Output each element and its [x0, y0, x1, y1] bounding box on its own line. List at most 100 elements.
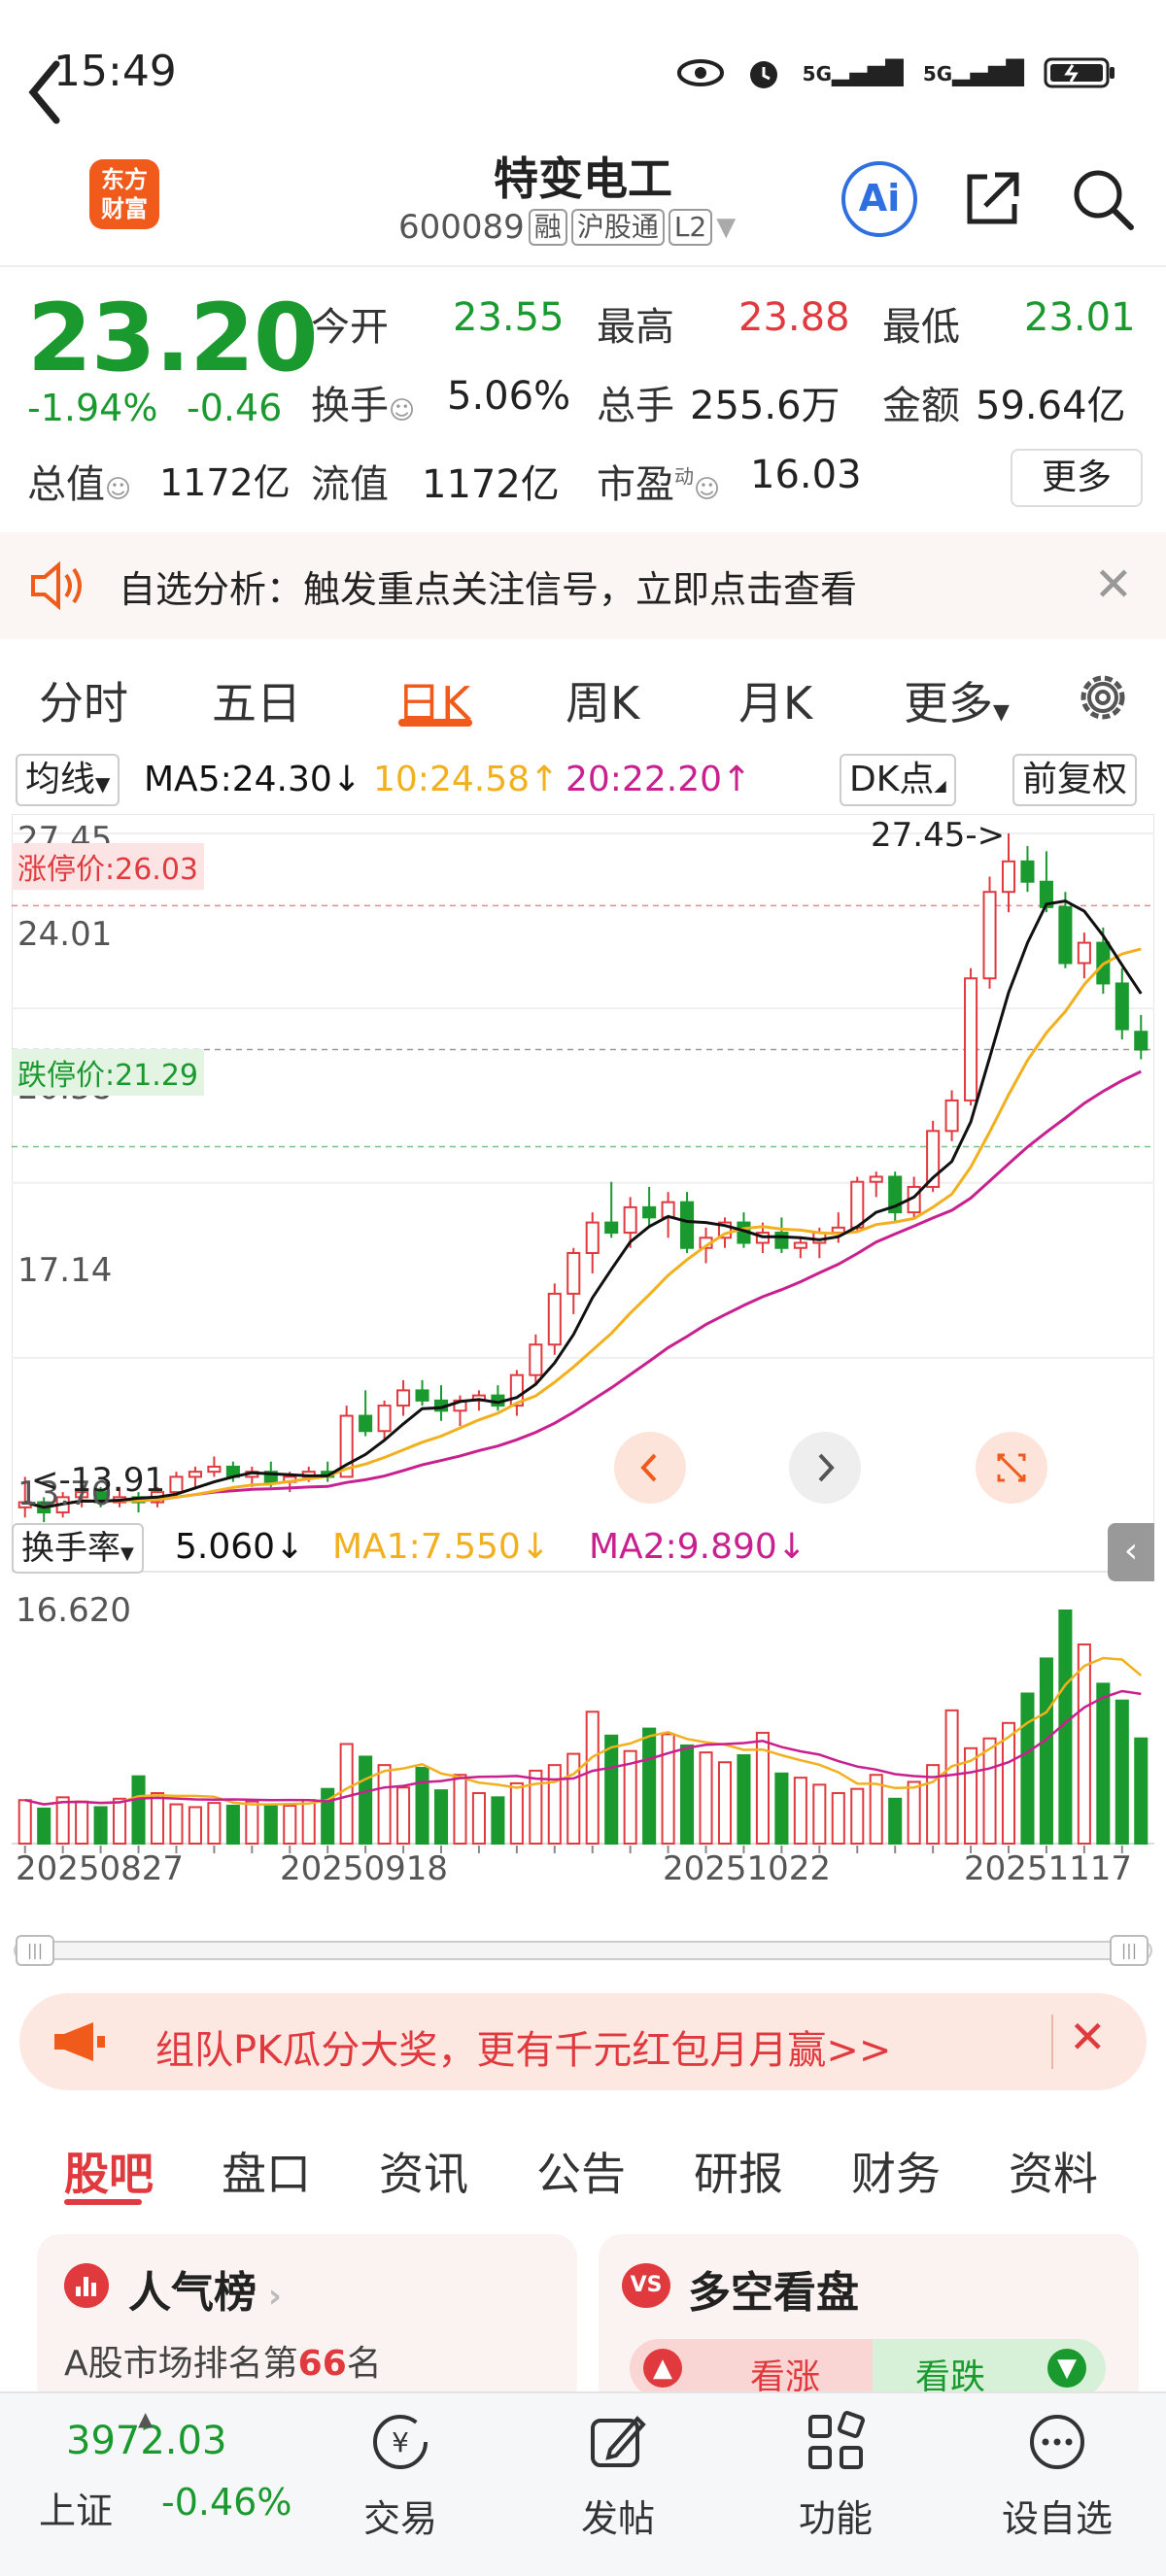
tag-connect: 沪股通 — [570, 209, 665, 246]
turnover-bar — [359, 1755, 373, 1845]
tab-more[interactable]: 更多▼ — [904, 668, 1010, 732]
more-button[interactable]: 更多 — [1011, 449, 1143, 507]
turnover-bar — [396, 1786, 411, 1846]
close-icon[interactable]: ✕ — [1094, 558, 1133, 612]
turnover-bar — [661, 1733, 675, 1845]
pan-left-button[interactable] — [614, 1432, 686, 1504]
scroll-handle-left[interactable]: ||| — [16, 1935, 54, 1966]
tab-news[interactable]: 资讯 — [379, 2139, 468, 2203]
turnover-bar — [1134, 1737, 1149, 1846]
tab-weekly-k[interactable]: 周K — [566, 668, 639, 732]
turnover-bar — [55, 1796, 70, 1845]
stock-code: 600089 — [398, 208, 525, 247]
kline-svg — [11, 813, 1155, 1853]
megaphone-icon — [54, 2022, 105, 2061]
turnover-bar — [1115, 1699, 1129, 1845]
tab-announcements[interactable]: 公告 — [536, 2139, 626, 2203]
bear-button[interactable]: 看跌 ▼ — [873, 2339, 1106, 2397]
back-button[interactable] — [25, 29, 64, 137]
trade-button[interactable]: ¥ 交易 — [323, 2411, 478, 2542]
candle-up — [982, 891, 997, 980]
turnover-bar — [225, 1805, 240, 1845]
tab-orderbook[interactable]: 盘口 — [222, 2139, 311, 2203]
max-annotation: 27.45-> — [871, 816, 1006, 855]
candle-up — [547, 1292, 562, 1346]
limit-up-label: 涨停价:26.03 — [12, 843, 204, 890]
chevron-right-icon — [818, 1453, 835, 1482]
turnover-bar — [113, 1797, 127, 1845]
search-icon[interactable] — [1069, 165, 1137, 233]
scroll-handle-right[interactable]: ||| — [1110, 1935, 1149, 1966]
tab-forum[interactable]: 股吧 — [64, 2139, 154, 2203]
tab-five-day[interactable]: 五日 — [212, 668, 301, 732]
indicator-select[interactable]: 换手率▼ — [12, 1523, 144, 1574]
turnover-bar — [339, 1743, 354, 1845]
candle-down — [604, 1221, 619, 1235]
tab-financials[interactable]: 财务 — [851, 2139, 941, 2203]
turnover-bar — [680, 1744, 695, 1846]
card-title: 多空看盘 — [688, 2268, 859, 2318]
tab-research[interactable]: 研报 — [694, 2139, 783, 2203]
speaker-icon — [31, 561, 82, 610]
status-bar: 15:49 5G▂▄▆█ 5G▂▄▆█ — [0, 0, 1166, 146]
date-tick: 20250827 — [16, 1849, 185, 1888]
analysis-notice[interactable]: 自选分析：触发重点关注信号，立即点击查看 ✕ — [0, 532, 1166, 639]
low-value: 23.01 — [1024, 295, 1136, 340]
turnover-bar — [699, 1751, 713, 1846]
post-button[interactable]: 发帖 — [540, 2411, 696, 2542]
stock-code-row[interactable]: 600089 融 沪股通 L2 ▼ — [398, 208, 736, 247]
status-icons: 5G▂▄▆█ 5G▂▄▆█ — [676, 49, 1117, 97]
fullscreen-button[interactable] — [976, 1432, 1047, 1504]
ai-button[interactable]: Ai — [841, 161, 917, 237]
low-label: 最低 — [882, 305, 960, 350]
collapse-side-button[interactable]: ‹ — [1108, 1523, 1154, 1581]
functions-button[interactable]: 功能 — [758, 2411, 913, 2542]
ranking-icon — [64, 2263, 109, 2308]
turnover-bar — [585, 1711, 600, 1846]
clock: 15:49 — [53, 47, 177, 96]
card-title: 人气榜 › — [128, 2268, 282, 2318]
turnover-bar — [717, 1761, 733, 1845]
turnover-bar — [131, 1775, 146, 1845]
candle-down — [359, 1414, 373, 1433]
content-tabs: 股吧 盘口 资讯 公告 研报 财务 资料 — [0, 2118, 1166, 2215]
tab-profile[interactable]: 资料 — [1009, 2139, 1098, 2203]
index-value[interactable]: ▲ 3972.03 — [66, 2407, 226, 2463]
promo-banner[interactable]: 组队PK瓜分大奖，更有千元红包月月赢>> ✕ — [19, 1993, 1147, 2090]
turnover-bar — [774, 1772, 789, 1846]
tab-monthly-k[interactable]: 月K — [738, 668, 812, 732]
turnover-bar — [1096, 1682, 1111, 1846]
ma20-line — [24, 1069, 1142, 1509]
turnover-indicator-value: 5.060↓ — [175, 1527, 305, 1567]
pe-label: 市盈动☺ — [597, 462, 721, 507]
popularity-card[interactable]: 人气榜 › A股市场排名第66名 — [37, 2234, 577, 2409]
turnover-bar — [415, 1767, 429, 1846]
ma-select[interactable]: 均线▼ — [16, 754, 120, 806]
close-icon[interactable]: ✕ — [1069, 2011, 1107, 2063]
float-cap-value: 1172亿 — [422, 462, 560, 507]
chart-range-scroller[interactable]: ||| ||| — [14, 1933, 1152, 1968]
pan-right-button[interactable] — [789, 1432, 861, 1504]
turnover-ma2: MA2:9.890↓ — [589, 1527, 806, 1567]
turnover-bar — [283, 1805, 297, 1845]
candle-up — [207, 1465, 222, 1474]
kline-chart[interactable]: 27.45 24.01 20.58 17.14 13.70 涨停价:26.03 … — [11, 813, 1155, 1921]
price-tick: 24.01 — [17, 915, 113, 954]
vs-icon: VS — [622, 2263, 670, 2308]
bull-button[interactable]: ▲ 看涨 — [630, 2339, 873, 2397]
add-watchlist-button[interactable]: 设自选 — [979, 2411, 1135, 2542]
index-name: 上证 — [39, 2490, 114, 2532]
tab-intraday[interactable]: 分时 — [39, 668, 128, 732]
signal-5g-icon: 5G▂▄▆█ — [802, 59, 904, 86]
dk-points-button[interactable]: DK点◢ — [840, 754, 956, 806]
turnover-bar — [604, 1734, 619, 1845]
candle-down — [642, 1205, 657, 1219]
trade-icon: ¥ — [373, 2415, 428, 2469]
gear-icon[interactable] — [1074, 668, 1132, 727]
turnover-bar — [547, 1764, 562, 1845]
turnover-bar — [850, 1787, 865, 1845]
adjust-button[interactable]: 前复权 — [1012, 754, 1138, 806]
candle-up — [1001, 860, 1016, 894]
share-icon[interactable] — [962, 167, 1024, 229]
bull-bear-card[interactable]: VS 多空看盘 ▲ 看涨 看跌 ▼ — [599, 2234, 1139, 2409]
